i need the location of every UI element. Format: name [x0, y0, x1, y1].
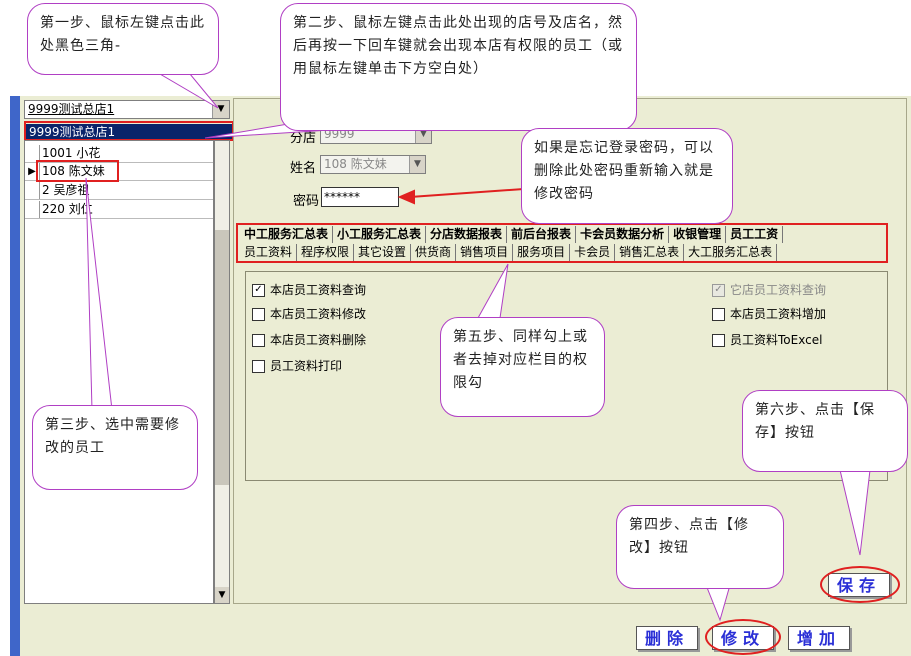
arrowhead-icon	[397, 189, 415, 205]
callout-pointer	[477, 263, 509, 319]
callout-step6: 第六步、点击【保存】按钮	[742, 390, 908, 472]
callout-step2: 第二步、鼠标左键点击此处出现的店号及店名，然后再按一下回车键就会出现本店有权限的…	[280, 3, 637, 131]
callout-step3: 第三步、选中需要修改的员工	[32, 405, 198, 490]
callout-step5: 第五步、同样勾上或者去掉对应栏目的权限勾	[440, 317, 605, 417]
callout-pointer	[158, 73, 219, 109]
callout-password-hint: 如果是忘记登录密码，可以删除此处密码重新输入就是修改密码	[521, 128, 733, 224]
callout-pointer	[85, 177, 113, 411]
arrow-line	[409, 187, 539, 198]
callout-pointer	[705, 584, 731, 622]
callout-step4: 第四步、点击【修改】按钮	[616, 505, 784, 589]
callout-pointer	[839, 469, 871, 556]
callout-step1: 第一步、鼠标左键点击此处黑色三角-	[27, 3, 219, 75]
